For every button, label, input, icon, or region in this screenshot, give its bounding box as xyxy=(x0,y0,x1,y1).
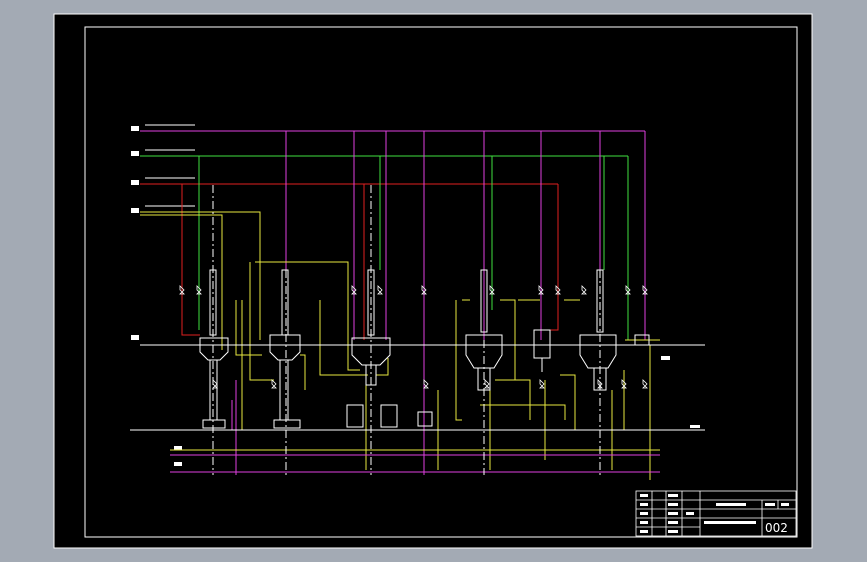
bottom-label-mark-2 xyxy=(174,462,182,466)
drawing-sheet xyxy=(53,13,813,549)
bottom-label-mark-1 xyxy=(174,446,182,450)
title-block-title-mark xyxy=(716,503,746,506)
title-block-label-mark xyxy=(640,530,648,533)
header-label-mark-4 xyxy=(131,208,139,213)
title-block-label-mark xyxy=(640,512,648,515)
title-block-title-mark xyxy=(704,521,756,524)
title-block-label-mark xyxy=(640,521,648,524)
cad-drawing-canvas: 002 xyxy=(53,13,813,549)
header-label-mark-1 xyxy=(131,126,139,131)
side-label-mark-left xyxy=(131,335,139,340)
title-block-label-mark xyxy=(668,503,678,506)
floor-label-mark xyxy=(690,425,700,428)
drawing-number: 002 xyxy=(765,521,788,535)
header-label-mark-3 xyxy=(131,180,139,185)
title-block-label-mark xyxy=(668,530,678,533)
header-label-mark-2 xyxy=(131,151,139,156)
title-block-label-mark xyxy=(668,512,678,515)
title-block-label-mark xyxy=(668,521,678,524)
title-block-label-mark xyxy=(640,494,648,497)
title-block-label-mark xyxy=(765,503,775,506)
title-block-label-mark xyxy=(781,503,789,506)
title-block-label-mark xyxy=(686,512,694,515)
side-label-mark-right xyxy=(661,356,670,360)
title-block-label-mark xyxy=(640,503,648,506)
title-block-label-mark xyxy=(668,494,678,497)
